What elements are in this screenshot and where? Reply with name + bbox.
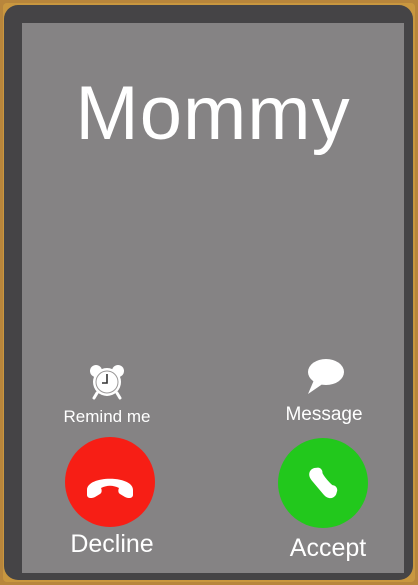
phone-handset-icon bbox=[309, 467, 338, 499]
message-label: Message bbox=[285, 404, 363, 425]
alarm-clock-icon bbox=[90, 365, 124, 400]
caller-name: Mommy bbox=[75, 71, 351, 156]
remind-me-button[interactable]: Remind me bbox=[57, 361, 157, 427]
decline-label: Decline bbox=[70, 530, 154, 558]
phone-hangup-icon bbox=[87, 478, 133, 499]
incoming-call-screen: Mommy Remind me Message Decline Accept bbox=[22, 23, 404, 573]
phone-bezel: Mommy Remind me Message Decline Accept bbox=[4, 5, 413, 580]
remind-me-label: Remind me bbox=[63, 407, 151, 426]
decline-button[interactable] bbox=[65, 437, 155, 527]
accept-button[interactable] bbox=[278, 438, 368, 528]
speech-bubble-icon bbox=[308, 359, 344, 394]
accept-label: Accept bbox=[289, 534, 367, 562]
message-button[interactable]: Message bbox=[274, 355, 374, 425]
